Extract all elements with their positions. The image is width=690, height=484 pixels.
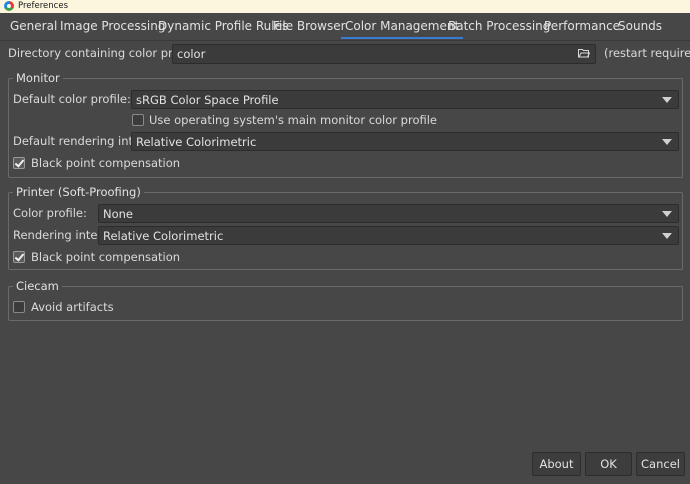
ciecam-group-title: Ciecam: [13, 278, 62, 294]
tab-color-management[interactable]: Color Management: [340, 13, 464, 40]
monitor-bpc-checkbox[interactable]: [13, 157, 25, 169]
tab-dynamic-profile-rules[interactable]: Dynamic Profile Rules: [158, 13, 288, 40]
tab-general[interactable]: General: [10, 13, 57, 40]
printer-profile-value: None: [103, 207, 134, 221]
printer-bpc-label: Black point compensation: [31, 250, 181, 264]
monitor-profile-label: Default color profile:: [13, 92, 131, 106]
tab-file-browser[interactable]: File Browser: [273, 13, 346, 40]
avoid-artifacts-label: Avoid artifacts: [31, 300, 114, 314]
about-button[interactable]: About: [532, 452, 581, 476]
tab-bar: General Image Processing Dynamic Profile…: [0, 13, 690, 40]
chevron-down-icon: [662, 233, 672, 239]
printer-profile-label: Color profile:: [13, 206, 87, 220]
avoid-artifacts-checkbox[interactable]: [13, 301, 25, 313]
tab-image-processing[interactable]: Image Processing: [60, 13, 165, 40]
cancel-button[interactable]: Cancel: [636, 452, 685, 476]
chevron-down-icon: [662, 211, 672, 217]
chevron-down-icon: [662, 97, 672, 103]
tab-divider: [0, 40, 690, 41]
printer-profile-select[interactable]: None: [98, 204, 679, 223]
monitor-intent-select[interactable]: Relative Colorimetric: [131, 132, 679, 151]
printer-intent-select[interactable]: Relative Colorimetric: [98, 226, 679, 245]
monitor-group-title: Monitor: [13, 70, 63, 86]
folder-open-icon[interactable]: [578, 48, 590, 58]
window-title: Preferences: [18, 1, 68, 11]
monitor-profile-select[interactable]: sRGB Color Space Profile: [131, 90, 679, 109]
tab-performance[interactable]: Performance: [544, 13, 620, 40]
monitor-bpc-label: Black point compensation: [31, 156, 181, 170]
use-os-monitor-profile-checkbox[interactable]: [132, 114, 144, 126]
tab-sounds[interactable]: Sounds: [618, 13, 662, 40]
app-logo-icon: [4, 1, 14, 11]
chevron-down-icon: [662, 139, 672, 145]
printer-intent-value: Relative Colorimetric: [103, 229, 224, 243]
printer-group-title: Printer (Soft-Proofing): [13, 184, 144, 200]
ok-button[interactable]: OK: [585, 452, 632, 476]
monitor-profile-value: sRGB Color Space Profile: [136, 93, 279, 107]
printer-bpc-checkbox[interactable]: [13, 251, 25, 263]
directory-value: color: [177, 47, 206, 61]
use-os-monitor-profile-label: Use operating system's main monitor colo…: [149, 113, 437, 127]
directory-field[interactable]: color: [172, 44, 596, 64]
title-bar: Preferences: [0, 0, 690, 13]
restart-required-note: (restart required): [604, 46, 690, 60]
tab-batch-processing[interactable]: Batch Processing: [448, 13, 550, 40]
monitor-intent-value: Relative Colorimetric: [136, 135, 257, 149]
